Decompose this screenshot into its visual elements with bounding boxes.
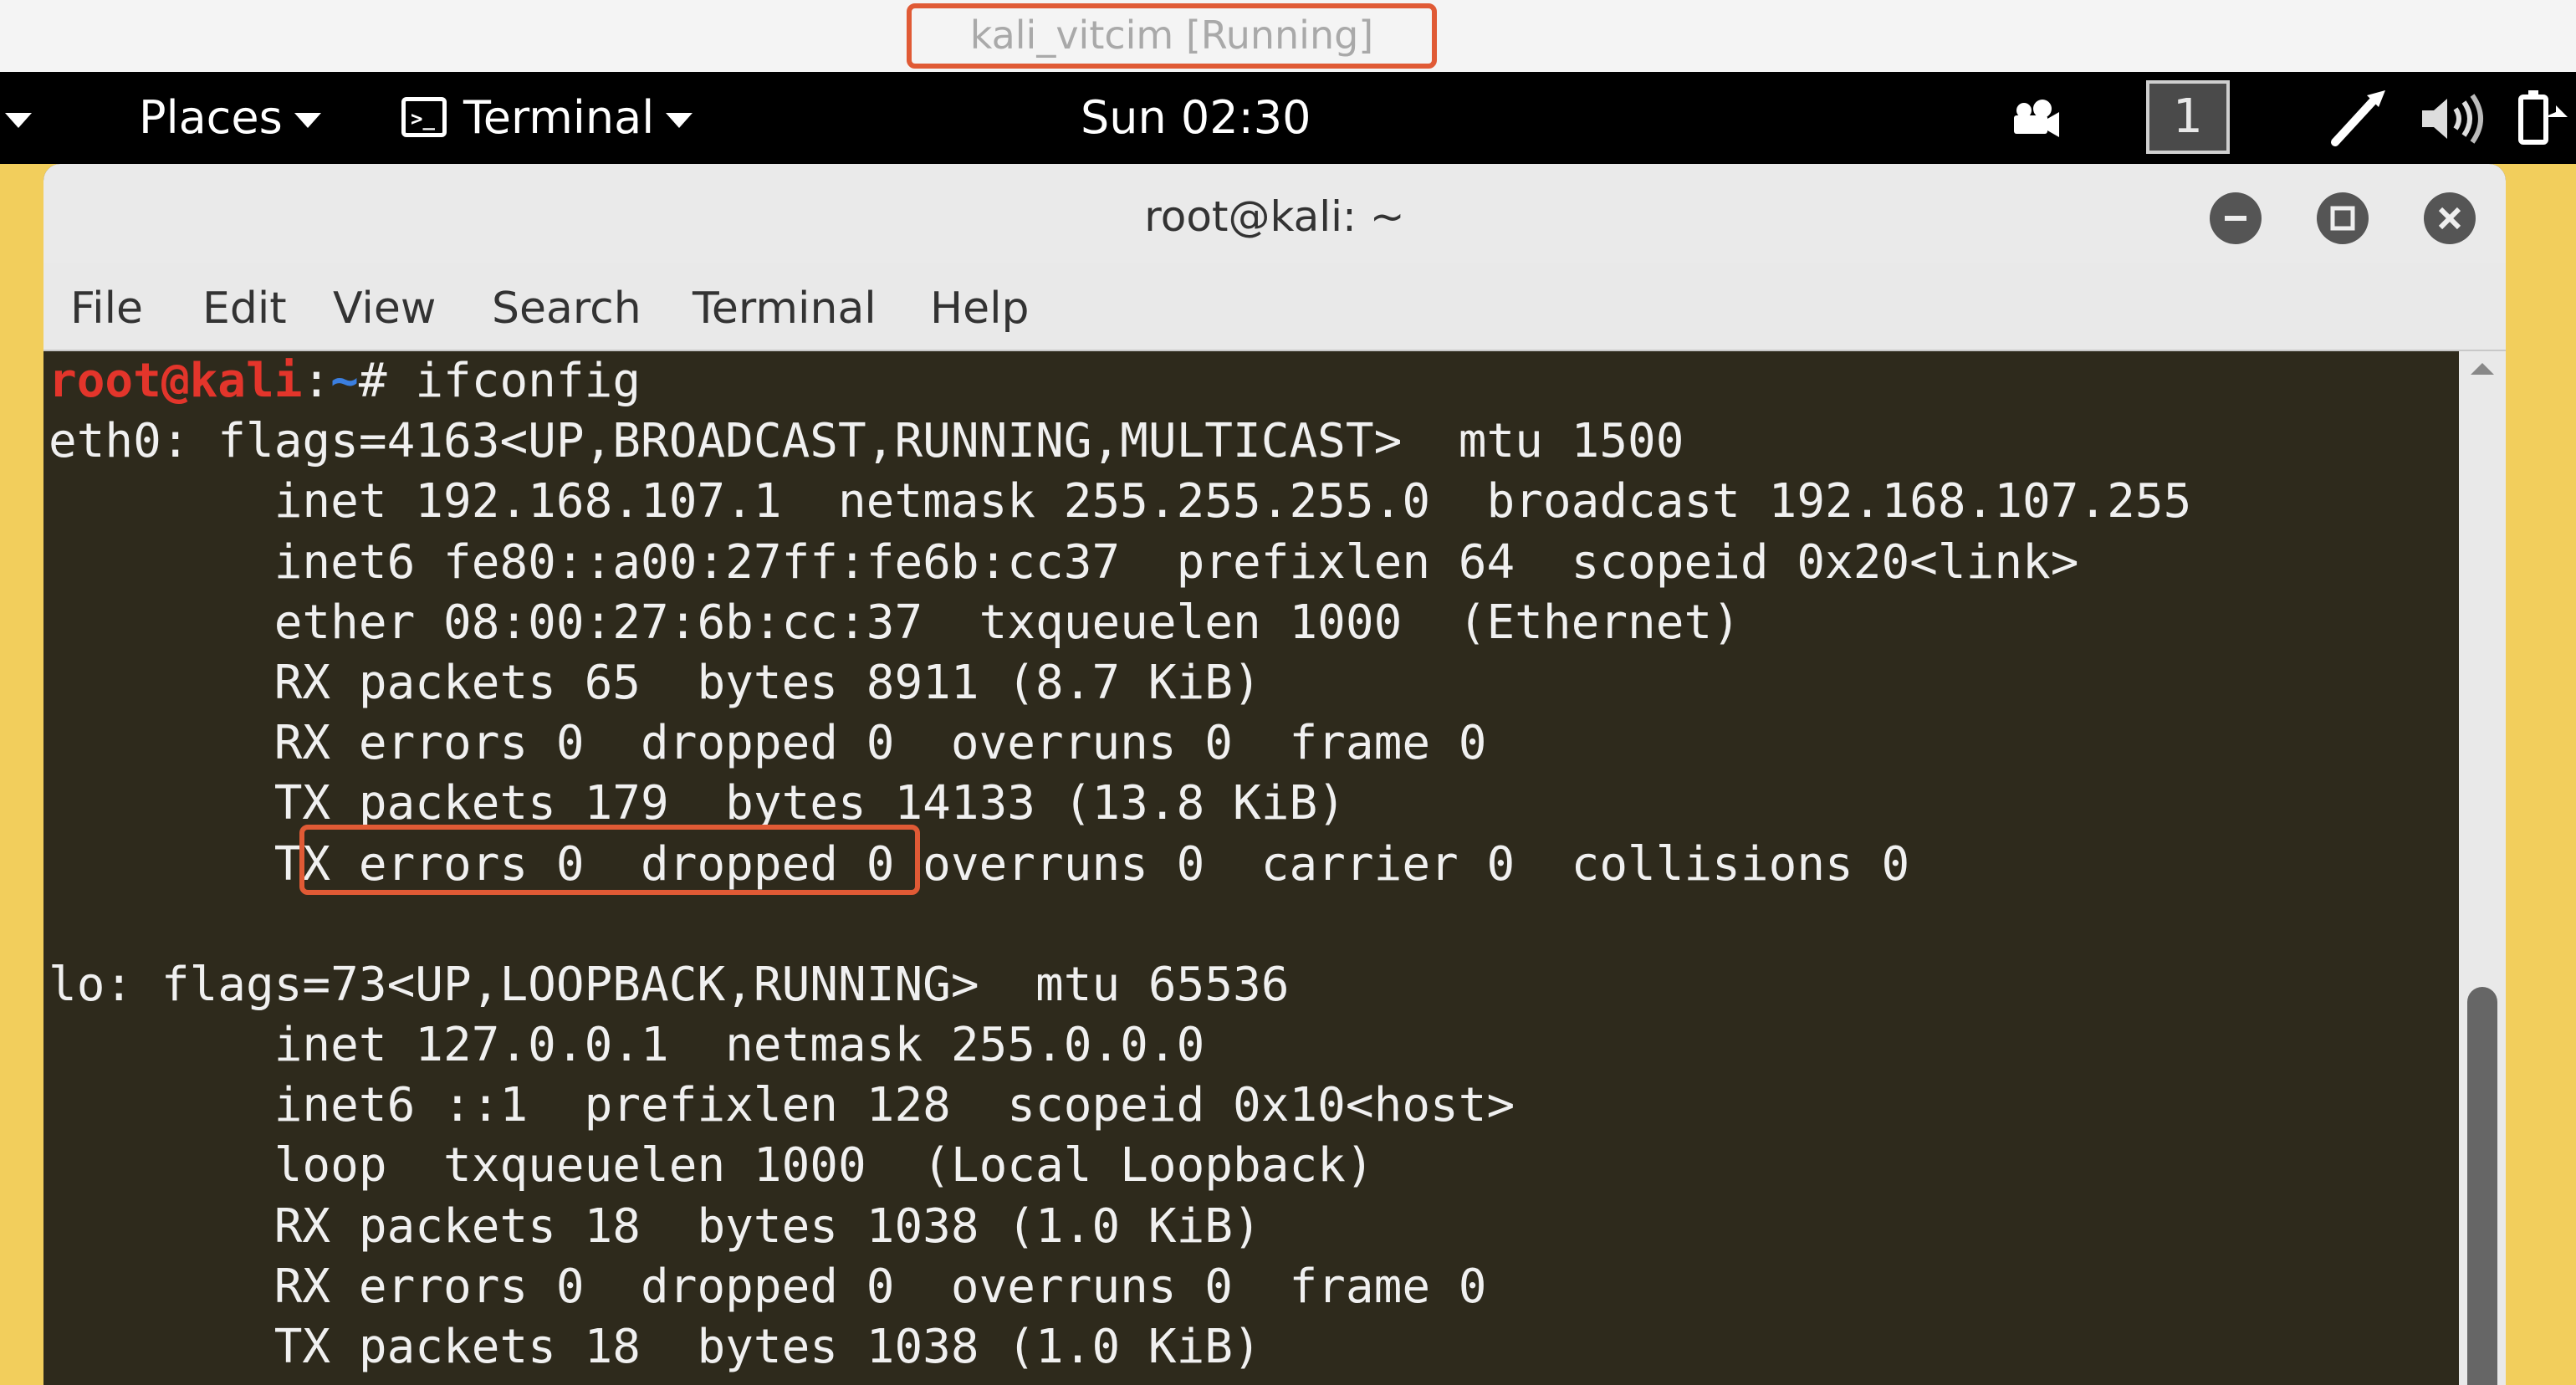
menu-search[interactable]: Search <box>492 263 641 355</box>
system-status-area[interactable] <box>2325 72 2576 164</box>
maximize-icon <box>2330 206 2355 231</box>
workspace-indicator[interactable]: 1 <box>2146 80 2230 154</box>
pen-icon <box>2331 90 2385 146</box>
battery-icon <box>2518 90 2568 145</box>
close-button[interactable] <box>2424 192 2476 244</box>
output-line: ether 08:00:27:6b:cc:37 txqueuelen 1000 … <box>49 595 1740 650</box>
output-line: lo: flags=73<UP,LOOPBACK,RUNNING> mtu 65… <box>49 957 1290 1012</box>
vm-window-titlebar: kali_vitcim [Running] <box>0 0 2576 72</box>
minimize-button[interactable] <box>2210 192 2262 244</box>
scroll-up-arrow-icon[interactable] <box>2471 363 2494 375</box>
menu-edit[interactable]: Edit <box>202 263 287 355</box>
close-icon <box>2438 207 2461 230</box>
scrollbar[interactable] <box>2459 351 2506 1385</box>
prompt-symbol: # <box>358 354 416 408</box>
ip-address-highlight <box>299 825 920 895</box>
places-label: Places <box>139 91 283 144</box>
prompt-path: ~ <box>330 354 359 408</box>
output-line: RX packets 18 bytes 1038 (1.0 KiB) <box>49 1198 1261 1254</box>
window-title: root@kali: ~ <box>1144 192 1405 241</box>
activities-arrow-icon[interactable] <box>5 72 32 164</box>
minimize-icon <box>2225 216 2246 221</box>
prompt-line: root@kali:~# ifconfig <box>49 351 2191 411</box>
prompt-separator: : <box>302 354 331 408</box>
video-camera-icon[interactable] <box>2006 72 2064 164</box>
prompt-user: root@kali <box>49 354 303 408</box>
menu-terminal[interactable]: Terminal <box>693 263 877 355</box>
scrollbar-thumb[interactable] <box>2467 987 2497 1385</box>
terminal-body[interactable]: root@kali:~# ifconfig eth0: flags=4163<UP… <box>43 351 2459 1385</box>
clock[interactable]: Sun 02:30 <box>1081 72 1311 164</box>
output-line: inet 192.168.107.1 netmask 255.255.255.0… <box>49 474 2192 529</box>
output-line: inet6 fe80::a00:27ff:fe6b:cc37 prefixlen… <box>49 534 2079 590</box>
chevron-down-icon <box>294 113 321 129</box>
volume-icon <box>2422 94 2483 144</box>
output-line: inet 127.0.0.1 netmask 255.0.0.0 <box>49 1018 1205 1073</box>
output-line: TX packets 18 bytes 1038 (1.0 KiB) <box>49 1320 1261 1374</box>
menubar: File Edit View Search Terminal Help <box>43 263 2506 351</box>
terminal-app-icon <box>401 73 447 165</box>
chevron-down-icon <box>666 113 693 129</box>
terminal-window: root@kali: ~ File Edit View Search Termi… <box>43 164 2506 1385</box>
vm-title-highlight: kali_vitcim [Running] <box>907 3 1437 69</box>
menu-file[interactable]: File <box>70 263 143 355</box>
output-line: RX errors 0 dropped 0 overruns 0 frame 0 <box>49 1259 1487 1314</box>
maximize-button[interactable] <box>2317 192 2369 244</box>
places-menu[interactable]: Places <box>139 72 321 164</box>
top-panel: Places Terminal Sun 02:30 1 <box>0 72 2576 165</box>
command-text: ifconfig <box>415 354 641 408</box>
output-line: eth0: flags=4163<UP,BROADCAST,RUNNING,MU… <box>49 414 1684 469</box>
menu-view[interactable]: View <box>333 263 436 355</box>
window-titlebar[interactable]: root@kali: ~ <box>43 164 2506 263</box>
output-line: inet6 ::1 prefixlen 128 scopeid 0x10<hos… <box>49 1078 1515 1133</box>
app-menu-label: Terminal <box>463 91 655 144</box>
terminal-app-menu[interactable]: Terminal <box>401 72 693 165</box>
menu-help[interactable]: Help <box>930 263 1030 355</box>
output-line: RX packets 65 bytes 8911 (8.7 KiB) <box>49 655 1261 710</box>
output-line: loop txqueuelen 1000 (Local Loopback) <box>49 1138 1374 1193</box>
output-line: RX errors 0 dropped 0 overruns 0 frame 0 <box>49 716 1487 771</box>
